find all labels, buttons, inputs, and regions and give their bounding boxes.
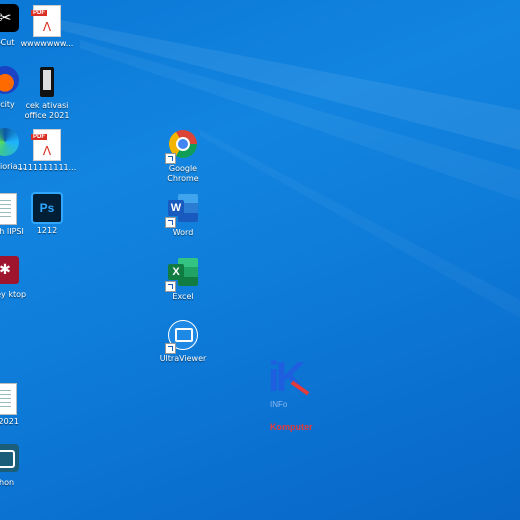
icon-label: deley ktop bbox=[0, 290, 27, 299]
desktop-icon-excel[interactable]: X Excel bbox=[152, 256, 214, 302]
installer-icon bbox=[31, 67, 63, 99]
mendeley-icon: ✱ bbox=[0, 256, 21, 288]
icon-label: UltraViewer bbox=[159, 354, 207, 363]
shortcut-arrow-icon bbox=[165, 217, 176, 228]
icon-label: Google Chrome bbox=[167, 164, 199, 183]
watermark-letters: iK bbox=[268, 353, 306, 400]
icon-label: e 2021 bbox=[0, 417, 19, 426]
photoshop-icon: Ps bbox=[31, 192, 63, 224]
watermark-line2: Komputer bbox=[270, 422, 313, 432]
shortcut-arrow-icon bbox=[165, 343, 176, 354]
word-icon: W bbox=[165, 194, 199, 228]
icon-label: cek ativasi office 2021 bbox=[24, 101, 70, 120]
info-komputer-watermark: iK INFo Komputer bbox=[268, 356, 328, 436]
pdf-icon: PDF ᐱ bbox=[31, 5, 63, 37]
wallpaper-rays bbox=[60, 20, 520, 318]
icon-label: Word bbox=[172, 228, 194, 237]
watermark-line1: INFo bbox=[270, 400, 288, 409]
chrome-icon bbox=[165, 130, 199, 164]
icon-label: wwwwwww... bbox=[20, 39, 74, 48]
desktop-icon-python[interactable]: thon bbox=[0, 444, 36, 488]
python-icon bbox=[0, 444, 21, 476]
icon-label: 1111111111... bbox=[17, 163, 77, 172]
desktop-icon-photoshop[interactable]: Ps 1212 bbox=[16, 192, 78, 236]
shortcut-arrow-icon bbox=[165, 281, 176, 292]
icon-label: 1212 bbox=[36, 226, 58, 235]
desktop-icon-ultraviewer[interactable]: UltraViewer bbox=[152, 318, 214, 364]
pdf-icon: PDF ᐱ bbox=[31, 129, 63, 161]
desktop-icon-chrome[interactable]: Google Chrome bbox=[152, 128, 214, 183]
desktop-icon-cek-ativasi[interactable]: cek ativasi office 2021 bbox=[16, 66, 78, 120]
icon-label: thon bbox=[0, 478, 15, 487]
ultraviewer-icon bbox=[165, 320, 199, 354]
desktop-icon-word[interactable]: W Word bbox=[152, 192, 214, 238]
shortcut-arrow-icon bbox=[165, 153, 176, 164]
desktop-icon-pdf1[interactable]: PDF ᐱ wwwwwww... bbox=[16, 4, 78, 49]
desktop-icon-doc2[interactable]: e 2021 bbox=[0, 382, 36, 427]
document-icon bbox=[0, 383, 21, 415]
icon-label: Excel bbox=[172, 292, 194, 301]
desktop-icon-pdf2[interactable]: PDF ᐱ 1111111111... bbox=[16, 128, 78, 173]
desktop-icon-mendeley[interactable]: ✱ deley ktop bbox=[0, 256, 36, 300]
excel-icon: X bbox=[165, 258, 199, 292]
